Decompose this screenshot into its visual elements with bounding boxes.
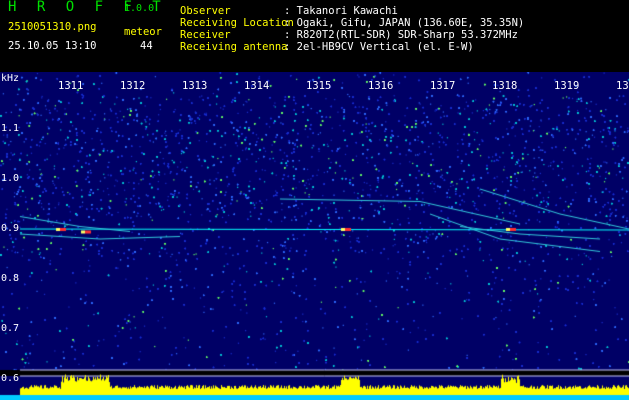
capture-datetime: 25.10.05 13:10 xyxy=(8,40,97,52)
time-tick-label: 1317 xyxy=(430,80,456,92)
antenna-key: Receiving antenna xyxy=(180,41,288,53)
spectrogram-canvas xyxy=(0,72,629,400)
meteor-count: 44 xyxy=(140,40,153,52)
receiver-key: Receiver xyxy=(180,29,231,41)
antenna-value: : 2el-HB9CV Vertical (el. E-W) xyxy=(284,41,474,53)
frequency-tick-label: 0.6 xyxy=(1,373,20,384)
image-filename: 2510051310.png xyxy=(8,21,97,33)
frequency-tick-label: 1.0 xyxy=(1,173,20,184)
frequency-tick-label: 0.8 xyxy=(1,273,20,284)
time-tick-label: 1320 xyxy=(616,80,629,92)
time-tick-label: 1316 xyxy=(368,80,394,92)
location-key: Receiving Location xyxy=(180,17,294,29)
time-tick-label: 1314 xyxy=(244,80,270,92)
time-tick-label: 1313 xyxy=(182,80,208,92)
time-tick-label: 1311 xyxy=(58,80,84,92)
time-tick-label: 1312 xyxy=(120,80,146,92)
time-tick-label: 1319 xyxy=(554,80,580,92)
observer-value: : Takanori Kawachi xyxy=(284,5,398,17)
frequency-unit-label: kHz xyxy=(1,73,20,84)
location-value: : Ogaki, Gifu, JAPAN (136.60E, 35.35N) xyxy=(284,17,525,29)
time-tick-label: 1315 xyxy=(306,80,332,92)
app-version: 1.0.0 xyxy=(124,3,155,14)
frequency-tick-label: 0.7 xyxy=(1,323,20,334)
observer-key: Observer xyxy=(180,5,231,17)
meteor-label: meteor xyxy=(124,26,162,38)
header-panel: H R O F F T 1.0.0 2510051310.png 25.10.0… xyxy=(0,0,629,72)
frequency-tick-label: 0.9 xyxy=(1,223,20,234)
receiver-value: : R820T2(RTL-SDR) SDR-Sharp 53.372MHz xyxy=(284,29,518,41)
frequency-tick-label: 1.1 xyxy=(1,123,20,134)
time-tick-label: 1318 xyxy=(492,80,518,92)
